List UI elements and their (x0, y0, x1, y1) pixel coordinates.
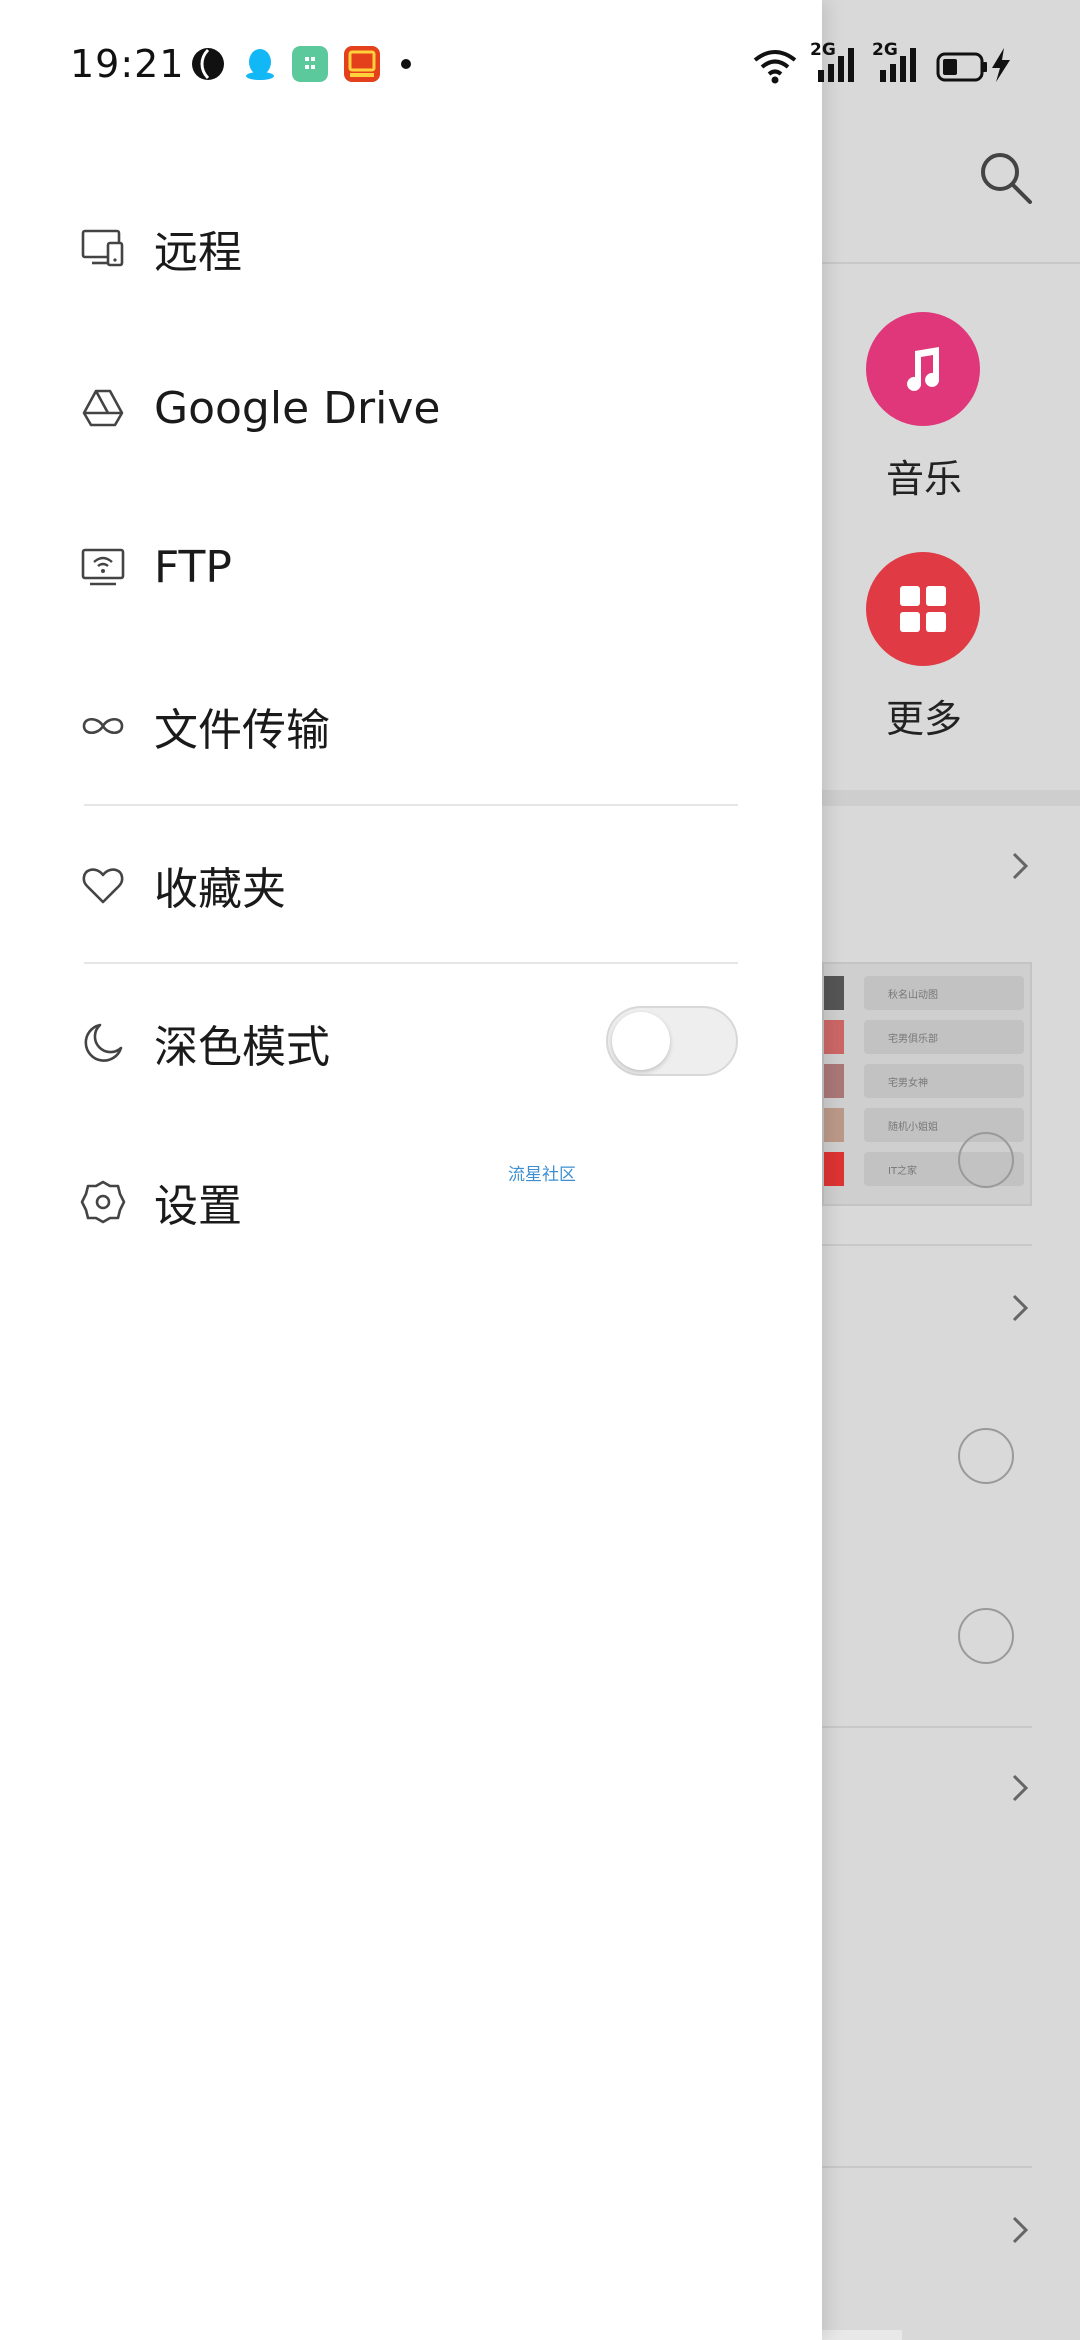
divider (822, 2166, 1032, 2168)
more-dot-icon (401, 59, 411, 69)
signal-indicator: 2G (810, 40, 860, 84)
menu-item-label: Google Drive (154, 382, 441, 434)
divider (822, 1726, 1032, 1728)
section-band (822, 790, 1080, 806)
moon-icon (84, 1023, 123, 1062)
radio-button[interactable] (958, 1132, 1014, 1188)
list-item: 宅男女神 (824, 1064, 1024, 1098)
divider (822, 1244, 1032, 1246)
chevron-right-icon[interactable] (1008, 2212, 1032, 2248)
toggle-knob (612, 1012, 670, 1070)
category-label: 音乐 (885, 457, 962, 501)
screen: 音乐 更多 秋名山动图 宅男俱乐部 宅男女神 随机小姐姐 IT之家 远程 Goo… (0, 0, 1080, 2340)
menu-item-remote[interactable]: 远程 (80, 198, 740, 298)
menu-item-label: 深色模式 (154, 1022, 330, 1073)
search-icon (981, 153, 1032, 204)
divider (822, 262, 1080, 264)
dark-mode-toggle[interactable] (606, 1006, 738, 1076)
app-green-icon (292, 46, 328, 82)
google-drive-icon (82, 389, 124, 427)
grid-icon (866, 552, 980, 666)
heart-icon (82, 868, 124, 904)
signal-icon (880, 48, 916, 82)
navigation-drawer: 远程 Google Drive FTP 文件传输 收藏夹 深色模式 流星社区 设… (0, 0, 822, 2340)
category-more[interactable]: 更多 (866, 552, 982, 743)
menu-item-label: 收藏夹 (154, 864, 286, 915)
radio-button[interactable] (958, 1428, 1014, 1484)
signal-icon (818, 48, 854, 82)
menu-item-google-drive[interactable]: Google Drive (80, 358, 740, 458)
wifi-icon (753, 50, 797, 84)
menu-item-label: 设置 (154, 1181, 242, 1232)
category-label: 更多 (885, 697, 962, 741)
app-a-icon (192, 48, 224, 80)
menu-item-label: 远程 (154, 227, 242, 278)
chevron-right-icon[interactable] (1008, 1290, 1032, 1326)
divider (84, 962, 738, 964)
taobao-icon (344, 46, 380, 82)
divider (84, 804, 738, 806)
status-time: 19:21 (70, 42, 185, 86)
menu-item-settings[interactable]: 设置 (80, 1152, 740, 1252)
list-item: 秋名山动图 (824, 976, 1024, 1010)
category-music[interactable]: 音乐 (866, 312, 982, 503)
list-item: 宅男俱乐部 (824, 1020, 1024, 1054)
chevron-right-icon[interactable] (1008, 1770, 1032, 1806)
menu-item-ftp[interactable]: FTP (80, 517, 740, 617)
menu-item-label: 文件传输 (154, 705, 330, 756)
signal-indicator: 2G (872, 40, 922, 84)
battery-icon (936, 52, 987, 82)
menu-item-file-transfer[interactable]: 文件传输 (80, 676, 740, 776)
radio-button[interactable] (958, 1608, 1014, 1664)
status-bar: 19:21 2G 2G (0, 0, 1080, 130)
chevron-right-icon[interactable] (1008, 848, 1032, 884)
file-transfer-icon (82, 717, 124, 735)
charging-icon (992, 48, 1010, 82)
menu-item-favorites[interactable]: 收藏夹 (80, 835, 740, 935)
ftp-icon (81, 548, 125, 586)
music-icon (866, 312, 980, 426)
qq-icon (246, 49, 274, 80)
gear-icon (80, 1180, 126, 1224)
menu-item-label: FTP (154, 541, 232, 593)
remote-device-icon (81, 229, 124, 267)
